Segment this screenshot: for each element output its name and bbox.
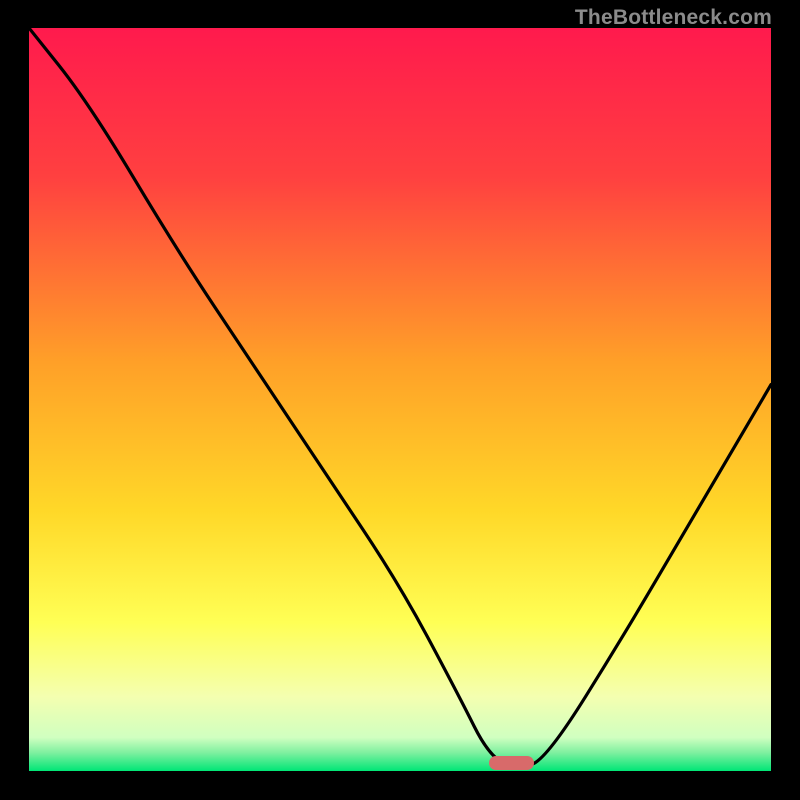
watermark-label: TheBottleneck.com	[575, 6, 772, 30]
bottleneck-curve	[29, 28, 771, 771]
plot-area	[29, 28, 771, 771]
optimal-range-marker	[489, 756, 534, 770]
chart-frame: TheBottleneck.com	[0, 0, 800, 800]
